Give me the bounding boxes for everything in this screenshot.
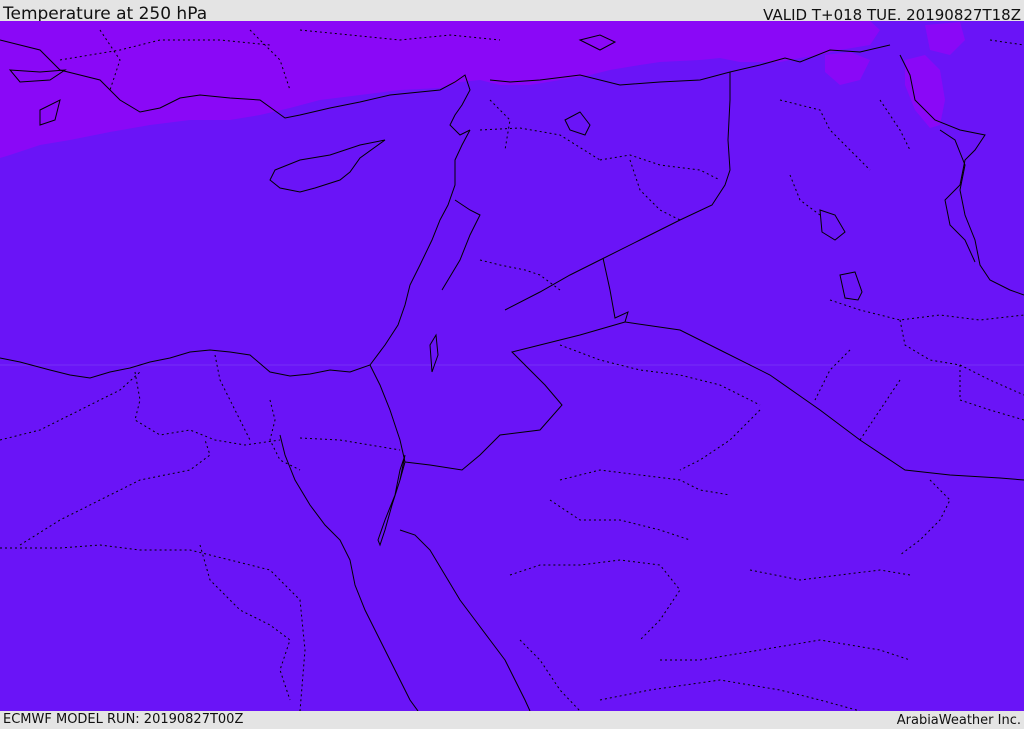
credit-label: ArabiaWeather Inc. bbox=[896, 713, 1021, 728]
footer-bar: ECMWF MODEL RUN: 20190827T00Z ArabiaWeat… bbox=[0, 711, 1024, 729]
temperature-map bbox=[0, 21, 1024, 711]
model-run-label: ECMWF MODEL RUN: 20190827T00Z bbox=[3, 712, 244, 727]
header-bar: Temperature at 250 hPa VALID T+018 TUE. … bbox=[0, 0, 1024, 24]
